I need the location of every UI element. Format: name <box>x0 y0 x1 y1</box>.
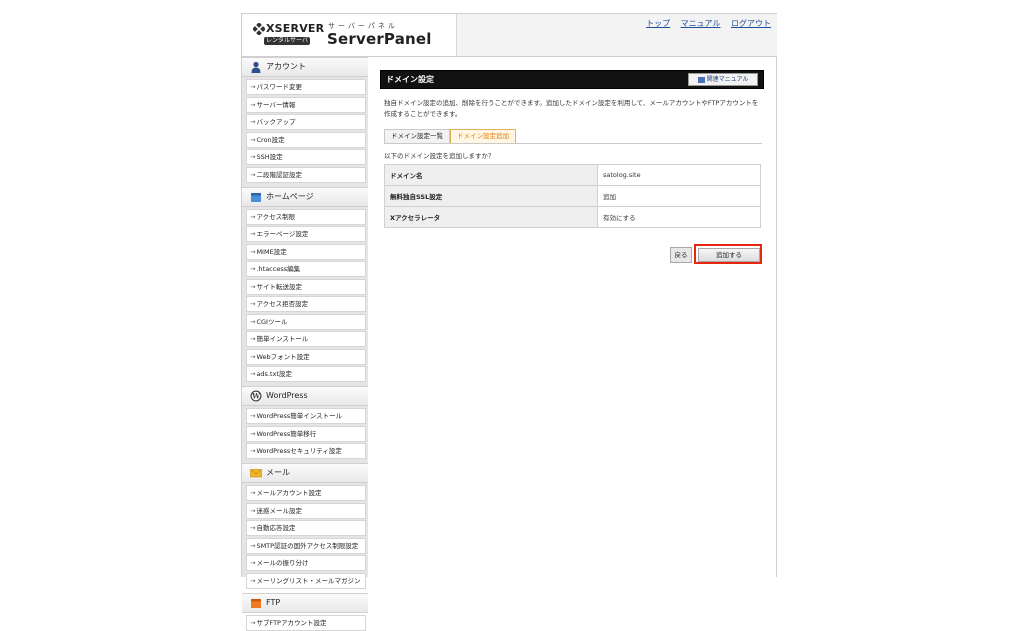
back-button[interactable]: 戻る <box>670 247 692 263</box>
folder-icon <box>251 192 261 202</box>
sidebar-item-auto-reply[interactable]: →自動応答設定 <box>246 520 366 536</box>
top-link[interactable]: トップ <box>646 19 670 28</box>
person-icon <box>251 61 261 73</box>
sidebar-item-server-info[interactable]: →サーバー情報 <box>246 96 366 113</box>
header-links: トップ マニュアル ログアウト <box>638 18 771 29</box>
sidebar-section-account: アカウント <box>242 57 368 77</box>
server-panel-window: XSERVER レンタルサーバー サーバーパネル ServerPanel トップ… <box>241 13 777 631</box>
mail-icon <box>250 469 262 478</box>
sidebar-item-mail-account[interactable]: →メールアカウント設定 <box>246 485 366 501</box>
page-title-bar: ドメイン設定 関連マニュアル <box>380 70 764 89</box>
add-button[interactable]: 追加する <box>698 248 760 262</box>
sidebar-section-title: ホームページ <box>266 191 314 201</box>
ssl-label: 無料独自SSL設定 <box>384 185 598 207</box>
table-row: 無料独自SSL設定 追加 <box>384 185 761 207</box>
sidebar-item-cron[interactable]: →Cron設定 <box>246 131 366 148</box>
sidebar-item-sub-ftp[interactable]: →サブFTPアカウント設定 <box>246 614 366 631</box>
table-row: Xアクセラレータ 有効にする <box>384 206 761 228</box>
domain-name-value: satolog.site <box>597 164 761 186</box>
sidebar-item-wp-install[interactable]: →WordPress簡単インストール <box>246 408 366 424</box>
page-title: ドメイン設定 <box>386 75 434 84</box>
sidebar-section-title: アカウント <box>266 62 306 71</box>
table-row: ドメイン名 satolog.site <box>384 164 761 186</box>
sidebar-item-htaccess[interactable]: →.htaccess編集 <box>246 261 366 277</box>
sidebar-item-wp-security[interactable]: →WordPressセキュリティ設定 <box>246 443 366 459</box>
header-bar: トップ マニュアル ログアウト <box>456 14 777 56</box>
header: XSERVER レンタルサーバー サーバーパネル ServerPanel トップ… <box>242 14 777 57</box>
ftp-icon <box>251 598 261 608</box>
sidebar-item-smtp-restrict[interactable]: →SMTP認証の国外アクセス制限設定 <box>246 537 366 554</box>
accelerator-label: Xアクセラレータ <box>384 206 598 228</box>
svg-text:W: W <box>251 392 260 401</box>
brand-badge: レンタルサーバー <box>264 37 310 52</box>
ssl-value: 追加 <box>597 185 761 207</box>
sidebar-item-mail-filter[interactable]: →メールの振り分け <box>246 555 366 571</box>
accelerator-value: 有効にする <box>597 206 761 228</box>
sidebar-item-wp-migrate[interactable]: →WordPress簡単移行 <box>246 425 366 442</box>
sidebar-item-easy-install[interactable]: →簡単インストール <box>246 331 366 347</box>
logout-link[interactable]: ログアウト <box>731 19 771 28</box>
sidebar-item-backup[interactable]: →バックアップ <box>246 114 366 130</box>
sidebar-item-ads-txt[interactable]: →ads.txt設定 <box>246 366 366 382</box>
sidebar-item-mailing-list[interactable]: →メーリングリスト・メールマガジン <box>246 572 366 589</box>
sidebar-section-ftp: FTP <box>242 592 368 613</box>
sidebar-item-web-font[interactable]: →Webフォント設定 <box>246 348 366 365</box>
sidebar-item-ssh[interactable]: →SSH設定 <box>246 149 366 165</box>
sidebar-section-wordpress: W WordPress <box>242 386 368 406</box>
confirm-question: 以下のドメイン設定を追加しますか？ <box>384 152 495 160</box>
tab-bar: ドメイン設定一覧 ドメイン設定追加 <box>384 129 762 144</box>
sidebar: アカウント →パスワード変更 →サーバー情報 →バックアップ →Cron設定 →… <box>242 57 368 631</box>
sidebar-section-mail: メール <box>242 463 368 483</box>
sidebar-section-title: メール <box>266 468 290 477</box>
sidebar-item-error-page[interactable]: →エラーページ設定 <box>246 226 366 242</box>
sidebar-item-mime[interactable]: →MIME設定 <box>246 243 366 260</box>
sidebar-section-title: WordPress <box>266 391 308 400</box>
sidebar-item-site-redirect[interactable]: →サイト転送設定 <box>246 278 366 295</box>
wordpress-icon: W <box>250 390 262 402</box>
logo[interactable]: XSERVER レンタルサーバー サーバーパネル ServerPanel <box>242 14 456 56</box>
tab-domain-list[interactable]: ドメイン設定一覧 <box>384 129 450 143</box>
sidebar-item-cgi-tools[interactable]: →CGIツール <box>246 313 366 330</box>
book-icon <box>697 76 705 83</box>
sidebar-item-access-deny[interactable]: →アクセス拒否設定 <box>246 296 366 312</box>
sidebar-section-homepage: ホームページ <box>242 186 368 207</box>
page-description: 独自ドメイン設定の追加、削除を行うことができます。追加したドメイン設定を利用して… <box>384 99 759 118</box>
product-name: ServerPanel <box>327 30 432 48</box>
sidebar-item-password[interactable]: →パスワード変更 <box>246 79 366 95</box>
domain-name-label: ドメイン名 <box>384 164 598 186</box>
highlight-box: 追加する <box>694 244 762 264</box>
confirm-table: ドメイン名 satolog.site 無料独自SSL設定 追加 Xアクセラレータ… <box>384 164 761 228</box>
brand-name: XSERVER <box>266 22 325 35</box>
sidebar-item-spam[interactable]: →迷惑メール設定 <box>246 502 366 519</box>
tab-domain-add[interactable]: ドメイン設定追加 <box>450 129 516 143</box>
related-manual-button[interactable]: 関連マニュアル <box>688 73 758 86</box>
sidebar-section-title: FTP <box>266 597 281 607</box>
sidebar-item-2fa[interactable]: →二段階認証設定 <box>246 166 366 183</box>
sidebar-item-access-limit[interactable]: →アクセス制限 <box>246 208 366 225</box>
xserver-logo-icon <box>253 23 265 35</box>
manual-link[interactable]: マニュアル <box>681 19 721 28</box>
